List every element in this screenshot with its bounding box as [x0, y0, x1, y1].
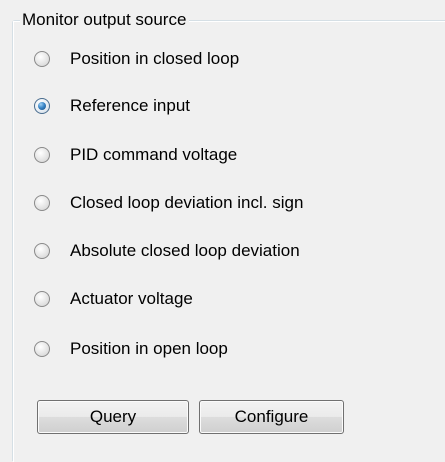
radio-closed-loop-deviation-sign[interactable]: Closed loop deviation incl. sign	[34, 190, 303, 216]
radio-button[interactable]	[34, 341, 50, 357]
radio-button[interactable]	[34, 243, 50, 259]
radio-button[interactable]	[34, 98, 50, 114]
radio-label[interactable]: Actuator voltage	[70, 288, 193, 310]
configure-button[interactable]: Configure	[199, 400, 344, 434]
radio-label[interactable]: Closed loop deviation incl. sign	[70, 192, 303, 214]
radio-button[interactable]	[34, 51, 50, 67]
radio-label[interactable]: Position in open loop	[70, 338, 228, 360]
radio-label[interactable]: PID command voltage	[70, 144, 237, 166]
radio-position-open-loop[interactable]: Position in open loop	[34, 336, 228, 362]
radio-position-closed-loop[interactable]: Position in closed loop	[34, 46, 239, 72]
radio-label[interactable]: Position in closed loop	[70, 48, 239, 70]
groupbox-title: Monitor output source	[20, 9, 190, 31]
radio-actuator-voltage[interactable]: Actuator voltage	[34, 286, 193, 312]
radio-pid-command-voltage[interactable]: PID command voltage	[34, 142, 237, 168]
radio-absolute-closed-loop-deviation[interactable]: Absolute closed loop deviation	[34, 238, 300, 264]
radio-button[interactable]	[34, 195, 50, 211]
radio-button[interactable]	[34, 147, 50, 163]
radio-label[interactable]: Absolute closed loop deviation	[70, 240, 300, 262]
radio-selected-dot	[38, 102, 46, 110]
radio-reference-input[interactable]: Reference input	[34, 93, 190, 119]
radio-button[interactable]	[34, 291, 50, 307]
radio-label[interactable]: Reference input	[70, 95, 190, 117]
query-button[interactable]: Query	[37, 400, 189, 434]
